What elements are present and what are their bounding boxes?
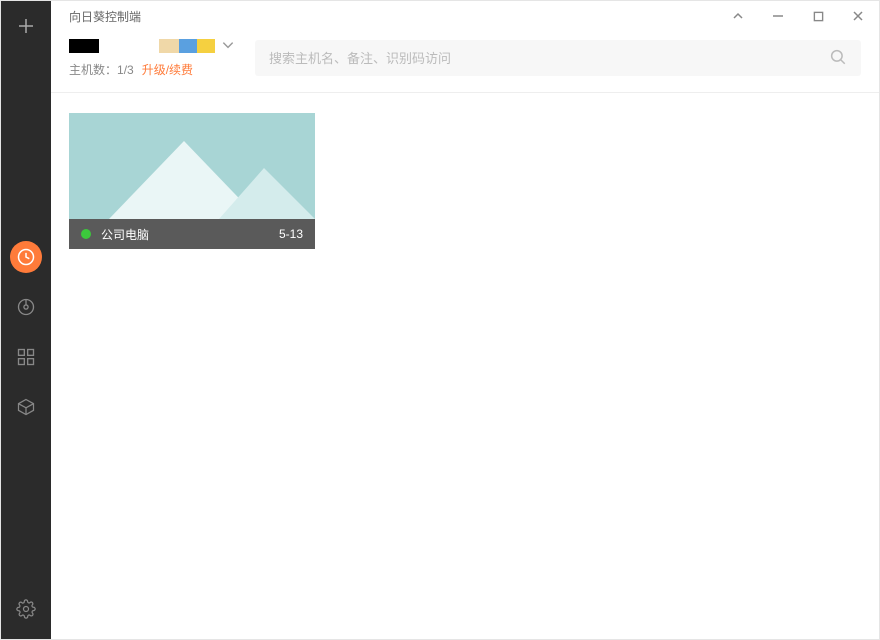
nav-settings[interactable] bbox=[10, 593, 42, 625]
chevron-up-icon bbox=[732, 10, 744, 22]
host-card-footer: 公司电脑 5-13 bbox=[69, 219, 315, 249]
account-selector[interactable] bbox=[69, 37, 235, 55]
account-name-redacted bbox=[69, 37, 215, 55]
add-host-button[interactable] bbox=[1, 1, 51, 51]
maximize-icon bbox=[813, 11, 824, 22]
plus-icon bbox=[17, 17, 35, 35]
collapse-button[interactable] bbox=[729, 7, 747, 25]
gear-icon bbox=[16, 599, 36, 619]
upgrade-link[interactable]: 升级/续费 bbox=[142, 61, 193, 78]
content-area: 公司电脑 5-13 bbox=[51, 93, 879, 639]
close-icon bbox=[852, 10, 864, 22]
host-count-label: 主机数：1/3 bbox=[69, 61, 134, 78]
cube-icon bbox=[16, 397, 36, 417]
host-name: 公司电脑 bbox=[101, 226, 279, 243]
radar-icon bbox=[16, 297, 36, 317]
main-panel: 向日葵控制端 bbox=[51, 1, 879, 639]
nav-recent[interactable] bbox=[10, 241, 42, 273]
status-indicator-online bbox=[81, 229, 91, 239]
close-button[interactable] bbox=[849, 7, 867, 25]
search-button[interactable] bbox=[829, 48, 847, 69]
host-grid: 公司电脑 5-13 bbox=[69, 113, 861, 249]
host-date: 5-13 bbox=[279, 227, 303, 241]
clock-icon bbox=[16, 247, 36, 267]
titlebar: 向日葵控制端 bbox=[51, 1, 879, 31]
window-title: 向日葵控制端 bbox=[69, 8, 141, 25]
nav-discover[interactable] bbox=[10, 291, 42, 323]
minimize-icon bbox=[772, 10, 784, 22]
sidebar bbox=[1, 1, 51, 639]
maximize-button[interactable] bbox=[809, 7, 827, 25]
grid-icon bbox=[16, 347, 36, 367]
nav-box[interactable] bbox=[10, 391, 42, 423]
chevron-down-icon bbox=[221, 38, 235, 55]
header: 主机数：1/3 升级/续费 bbox=[51, 31, 879, 93]
search-icon bbox=[829, 48, 847, 66]
nav-apps[interactable] bbox=[10, 341, 42, 373]
minimize-button[interactable] bbox=[769, 7, 787, 25]
search-box[interactable] bbox=[255, 40, 861, 76]
host-card[interactable]: 公司电脑 5-13 bbox=[69, 113, 315, 249]
search-input[interactable] bbox=[269, 51, 829, 66]
